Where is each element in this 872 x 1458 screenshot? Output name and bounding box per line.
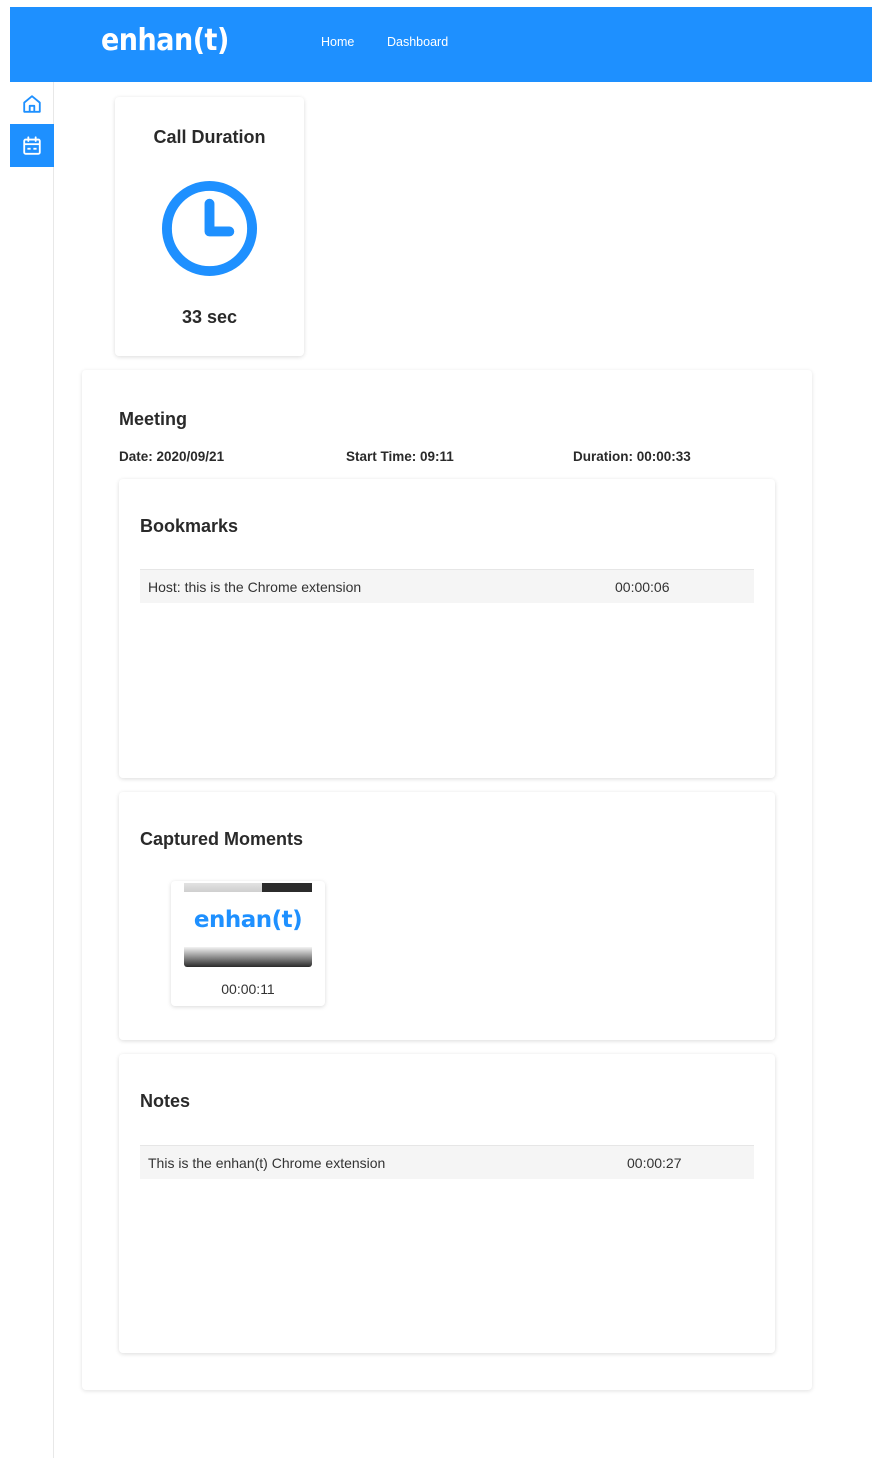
captured-moments-card: Captured Moments enhan(t) 00:00:11 (119, 792, 775, 1040)
thumbnail-controls-bar (184, 947, 312, 967)
sidebar-item-home[interactable] (10, 82, 54, 125)
note-text: This is the enhan(t) Chrome extension (148, 1155, 386, 1171)
meeting-start-time: Start Time: 09:11 (346, 449, 454, 464)
call-duration-card: Call Duration 33 sec (115, 97, 304, 356)
bookmarks-title: Bookmarks (140, 516, 239, 536)
home-icon (23, 94, 41, 113)
bookmark-time: 00:00:06 (615, 579, 670, 595)
thumbnail-extension-bar (262, 883, 312, 892)
meeting-title: Meeting (119, 409, 188, 429)
nav-dashboard-link[interactable]: Dashboard (387, 35, 448, 49)
captured-moment[interactable]: enhan(t) 00:00:11 (171, 881, 325, 1006)
calendar-icon (23, 135, 41, 155)
sidebar (10, 82, 54, 1458)
nav-home-link[interactable]: Home (321, 35, 354, 49)
call-duration-title: Call Duration (153, 127, 266, 147)
clock-icon (161, 180, 258, 277)
call-duration-value: 33 sec (181, 307, 238, 327)
moment-time: 00:00:11 (221, 981, 275, 997)
thumbnail-logo: enhan(t) (193, 907, 303, 933)
note-time: 00:00:27 (627, 1155, 682, 1171)
notes-card: Notes This is the enhan(t) Chrome extens… (119, 1054, 775, 1353)
bookmarks-card: Bookmarks Host: this is the Chrome exten… (119, 479, 775, 778)
sidebar-item-calendar[interactable] (10, 124, 54, 167)
top-header: enhan(t) Home Dashboard (10, 7, 872, 82)
bookmark-text: Host: this is the Chrome extension (148, 579, 362, 595)
moment-thumbnail[interactable]: enhan(t) (184, 881, 312, 968)
meeting-duration: Duration: 00:00:33 (573, 449, 691, 464)
meeting-date: Date: 2020/09/21 (119, 449, 225, 464)
bookmark-row[interactable]: Host: this is the Chrome extension 00:00… (140, 569, 754, 603)
note-row[interactable]: This is the enhan(t) Chrome extension 00… (140, 1145, 754, 1179)
app-logo[interactable]: enhan(t) (101, 23, 229, 58)
notes-title: Notes (140, 1091, 191, 1111)
captured-moments-title: Captured Moments (140, 829, 304, 849)
meeting-panel: Meeting Date: 2020/09/21 Start Time: 09:… (82, 370, 812, 1390)
